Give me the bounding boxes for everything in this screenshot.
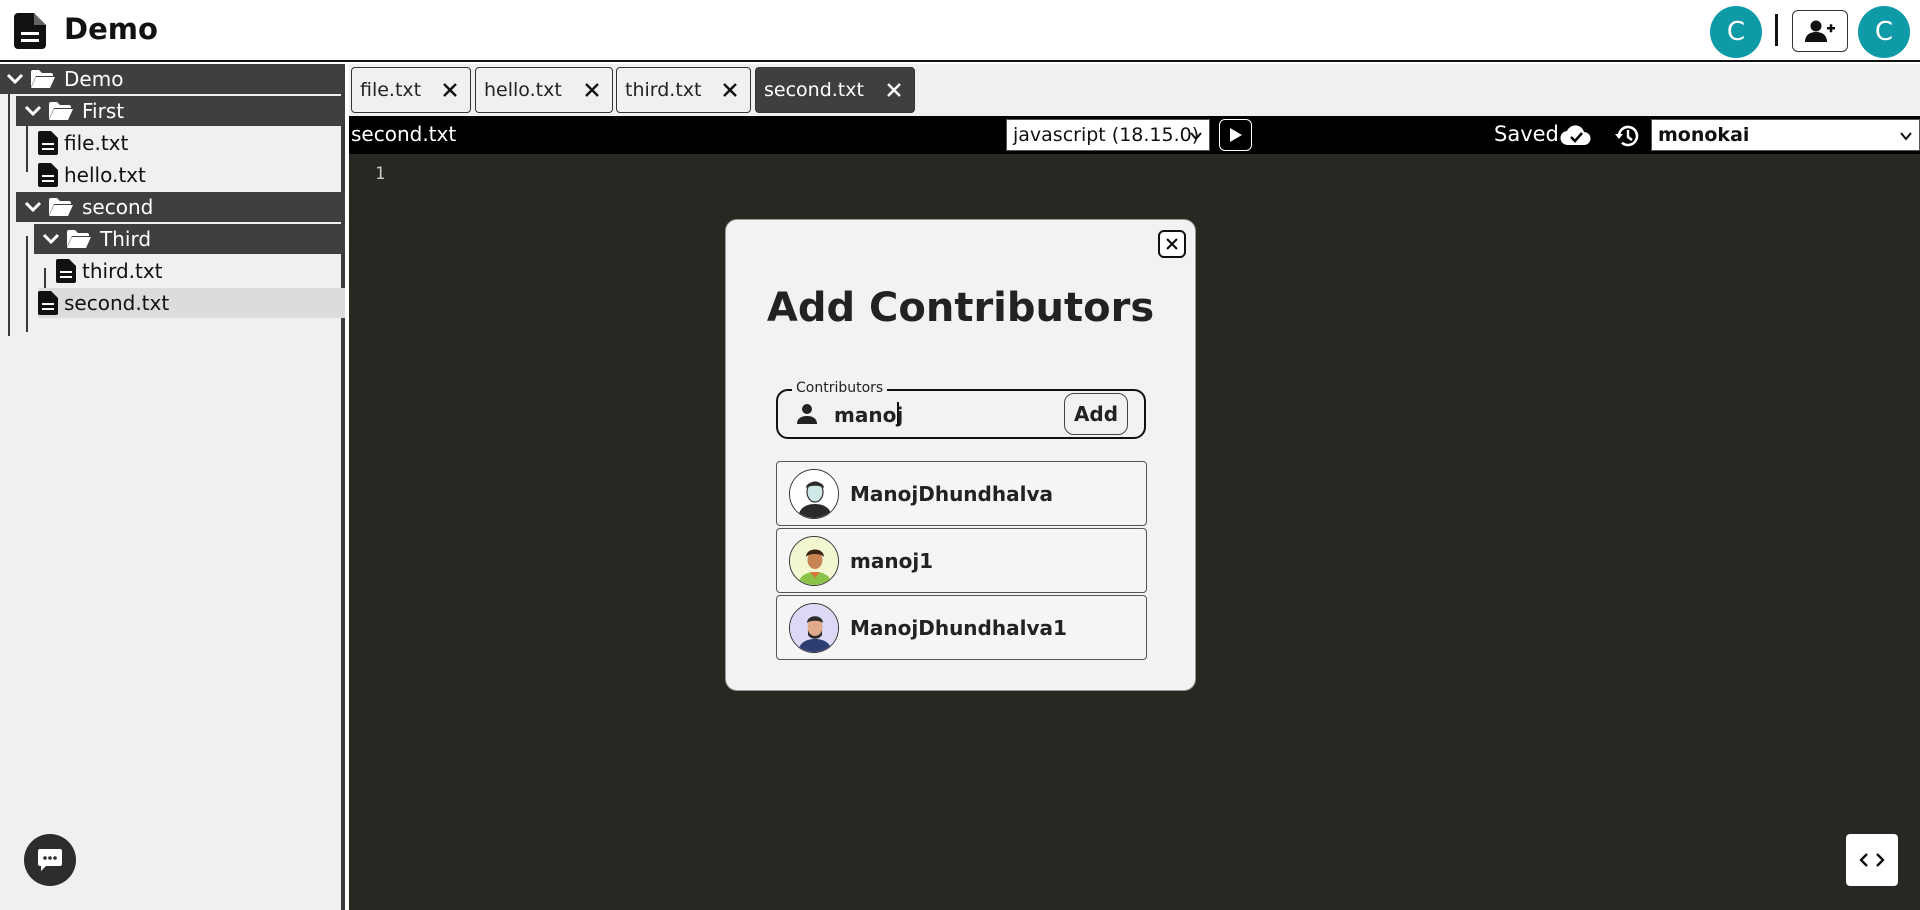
chat-icon — [38, 849, 62, 871]
code-icon — [1859, 853, 1885, 867]
tree-folder-second[interactable]: second — [16, 192, 345, 222]
tab-second-txt[interactable]: second.txt — [755, 67, 915, 113]
tree-label: second.txt — [64, 291, 170, 315]
tree-file-third-txt[interactable]: third.txt — [56, 256, 345, 286]
tab-hello-txt[interactable]: hello.txt — [475, 67, 613, 113]
tab-label: third.txt — [625, 79, 702, 101]
text-cursor — [897, 402, 899, 426]
cloud-done-icon — [1560, 125, 1591, 146]
modal-title: Add Contributors — [766, 285, 1155, 331]
close-icon[interactable] — [582, 80, 602, 100]
editor-toolbar: second.txt javascript (18.15.0) Saved mo… — [349, 116, 1920, 154]
user-avatar[interactable]: C — [1858, 6, 1910, 58]
file-explorer-sidebar: Demo First file.txt hello.txt second Thi… — [0, 64, 345, 910]
result-name: ManojDhundhalva — [850, 482, 1053, 506]
folder-open-icon — [67, 230, 91, 248]
tree-label: second — [82, 195, 154, 219]
person-icon — [797, 404, 817, 424]
file-icon — [38, 291, 58, 315]
tree-label: hello.txt — [64, 163, 146, 187]
app-title: Demo — [64, 12, 158, 46]
folder-open-icon — [31, 70, 55, 88]
result-name: manoj1 — [850, 549, 934, 573]
tree-label: Demo — [64, 67, 124, 91]
close-icon[interactable] — [440, 80, 460, 100]
tab-file-txt[interactable]: file.txt — [351, 67, 471, 113]
tree-label: file.txt — [64, 131, 129, 155]
search-result-item[interactable]: manoj1 — [776, 528, 1147, 593]
tree-guide — [8, 80, 10, 336]
tree-label: third.txt — [82, 259, 163, 283]
user-avatar-illustration — [790, 537, 838, 585]
theme-select[interactable]: monokai — [1651, 119, 1920, 151]
tree-guide — [26, 236, 28, 332]
current-file-name: second.txt — [351, 122, 457, 146]
tab-label: second.txt — [764, 79, 864, 101]
tree-file-hello-txt[interactable]: hello.txt — [38, 160, 345, 190]
run-button[interactable] — [1219, 119, 1252, 151]
language-select[interactable]: javascript (18.15.0) — [1006, 119, 1210, 151]
document-icon — [14, 13, 46, 49]
save-status: Saved — [1494, 122, 1559, 146]
contributor-search-field[interactable]: Contributors manoj Add — [776, 380, 1146, 439]
tree-folder-demo[interactable]: Demo — [0, 64, 345, 94]
user-avatar-illustration — [790, 470, 838, 518]
file-icon — [56, 259, 76, 283]
history-icon[interactable] — [1613, 122, 1641, 150]
user-avatar-illustration — [790, 604, 838, 652]
avatar — [789, 603, 839, 653]
tree-file-file-txt[interactable]: file.txt — [38, 128, 345, 158]
tree-folder-first[interactable]: First — [16, 96, 345, 126]
close-icon[interactable] — [720, 80, 740, 100]
add-contributors-modal: Add Contributors Contributors manoj Add … — [725, 219, 1196, 691]
search-result-item[interactable]: ManojDhundhalva — [776, 461, 1147, 526]
line-number: 1 — [375, 164, 386, 184]
folder-open-icon — [49, 198, 73, 216]
file-icon — [38, 131, 58, 155]
folder-open-icon — [49, 102, 73, 120]
close-icon[interactable] — [884, 80, 904, 100]
add-user-icon — [1805, 20, 1835, 42]
result-name: ManojDhundhalva1 — [850, 616, 1067, 640]
chevron-down-icon — [24, 201, 42, 213]
avatar — [789, 536, 839, 586]
field-label: Contributors — [792, 380, 888, 396]
contributor-avatar[interactable]: C — [1710, 6, 1762, 58]
chevron-down-icon — [1190, 132, 1202, 141]
tab-label: hello.txt — [484, 79, 562, 101]
file-icon — [38, 163, 58, 187]
tab-third-txt[interactable]: third.txt — [616, 67, 751, 113]
chevron-down-icon — [6, 73, 24, 85]
app-header: Demo C C — [0, 0, 1920, 62]
chevron-down-icon — [1900, 132, 1912, 141]
editor-tabs: file.txt hello.txt third.txt second.txt — [349, 64, 1920, 116]
tree-file-second-txt[interactable]: second.txt — [38, 288, 345, 318]
chevron-down-icon — [42, 233, 60, 245]
add-button[interactable]: Add — [1064, 393, 1128, 435]
code-view-button[interactable] — [1846, 834, 1898, 886]
play-icon — [1229, 128, 1242, 142]
contributor-search-input[interactable]: manoj — [834, 403, 903, 427]
modal-close-button[interactable] — [1158, 230, 1186, 258]
tree-folder-third[interactable]: Third — [34, 224, 345, 254]
chat-button[interactable] — [24, 834, 76, 886]
chevron-down-icon — [24, 105, 42, 117]
search-result-item[interactable]: ManojDhundhalva1 — [776, 595, 1147, 660]
tree-label: First — [82, 99, 125, 123]
close-icon — [1166, 238, 1178, 250]
header-divider — [1775, 14, 1778, 46]
avatar — [789, 469, 839, 519]
tab-label: file.txt — [360, 79, 422, 101]
theme-value: monokai — [1658, 124, 1750, 146]
tree-label: Third — [100, 227, 152, 251]
add-contributor-button[interactable] — [1792, 10, 1848, 52]
language-value: javascript (18.15.0) — [1013, 124, 1200, 146]
